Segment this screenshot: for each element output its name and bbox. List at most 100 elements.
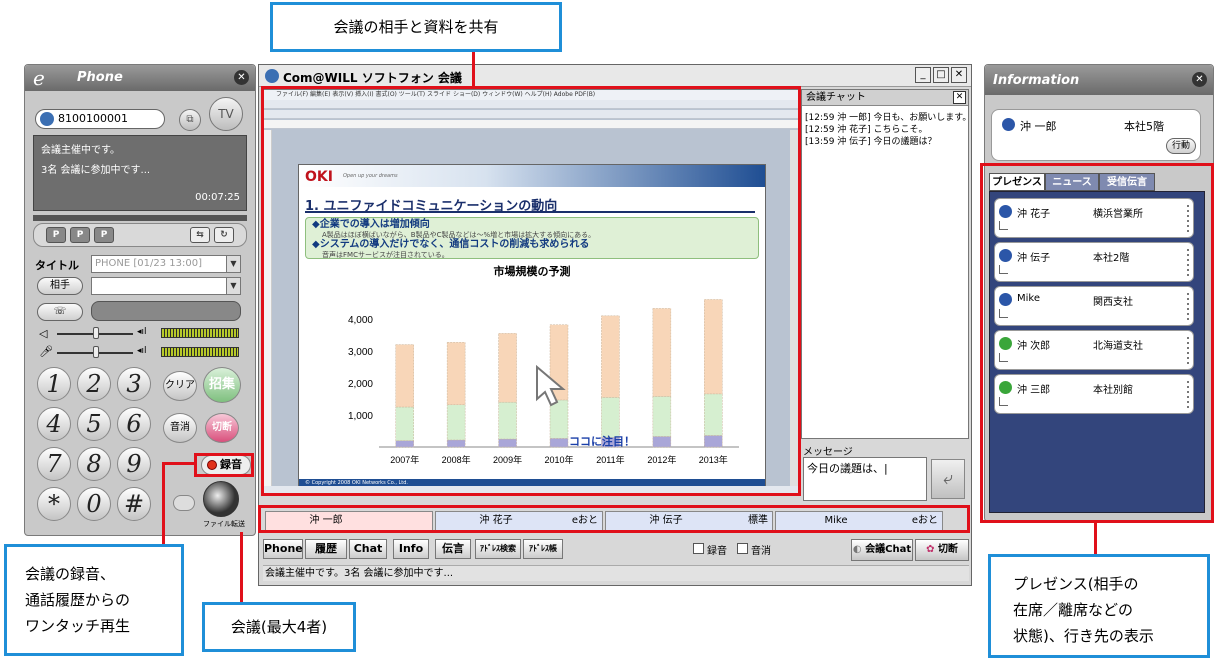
dial-key-3[interactable]: 3 (117, 367, 151, 401)
close-icon[interactable]: ✕ (1192, 72, 1207, 87)
dial-key-4[interactable]: 4 (37, 407, 71, 441)
callout-connector (162, 462, 165, 546)
chat-line: [13:59 沖 伝子] 今日の議題は？ (805, 137, 937, 147)
callout-connector (472, 50, 475, 88)
mute-button[interactable]: 音消 (163, 413, 197, 443)
callout-shared: 会議の相手と資料を共有 (270, 2, 562, 52)
speaker-icon: ◁ (39, 327, 48, 340)
maximize-icon[interactable]: □ (933, 67, 949, 83)
invite-button[interactable]: 招集 (203, 367, 241, 403)
dial-key-0[interactable]: 0 (77, 487, 111, 521)
conference-hangup-label: 切断 (937, 544, 958, 555)
dial-key-hash[interactable]: # (117, 487, 151, 521)
dial-key-star[interactable]: * (37, 487, 71, 521)
presence-icon (1002, 118, 1015, 131)
participants-highlight (258, 505, 970, 533)
file-transfer-icon[interactable] (203, 481, 239, 517)
conference-hangup-button[interactable]: ✿ 切断 (915, 539, 969, 561)
chevron-down-icon[interactable]: ▼ (226, 278, 240, 294)
mic-icon: 🎤︎ (39, 345, 53, 358)
stop-button[interactable] (173, 495, 195, 511)
function-key-row: P P P ⇆ ↻ (33, 223, 247, 247)
phone-title: Phone (77, 70, 123, 85)
dial-key-7[interactable]: 7 (37, 447, 71, 481)
file-transfer-label: ファイル転送 (203, 520, 245, 528)
display-divider (33, 215, 247, 221)
dial-key-8[interactable]: 8 (77, 447, 111, 481)
tab-address-search[interactable]: ｱﾄﾞﾚｽ検索 (475, 539, 521, 559)
tab-phone[interactable]: Phone (263, 539, 303, 559)
partner-select[interactable]: ▼ (91, 277, 241, 295)
callout-conference: 会議(最大4者) (202, 602, 356, 652)
tab-info[interactable]: Info (393, 539, 429, 559)
chat-title: 会議チャット (806, 92, 866, 103)
mic-volume-knob[interactable] (93, 346, 99, 358)
partner-label: 相手 (50, 280, 70, 291)
close-icon[interactable]: ✕ (234, 70, 249, 85)
mute-checkbox-label: 音消 (751, 546, 771, 557)
dial-key-6[interactable]: 6 (117, 407, 151, 441)
presence-highlight (980, 163, 1214, 523)
hangup-button[interactable]: 切断 (205, 413, 239, 443)
mic-level-meter (161, 347, 239, 357)
tab-history[interactable]: 履歴 (305, 539, 347, 559)
p-key-2[interactable]: P (70, 227, 90, 243)
tab-message[interactable]: 伝言 (435, 539, 471, 559)
phone-display: 会議主催中です。 3名 会議に参加中です... 00:07:25 (33, 135, 247, 211)
record-checkbox-label: 録音 (707, 546, 727, 557)
window-switch-button[interactable]: ⧉ (179, 109, 201, 131)
status-bar: 会議主催中です。3名 会議に参加中です... (263, 565, 969, 581)
transfer-icon[interactable]: ⇆ (190, 227, 210, 243)
dial-key-2[interactable]: 2 (77, 367, 111, 401)
callout-recording: 会議の録音、 通話履歴からの ワンタッチ再生 (4, 544, 184, 656)
tab-address-book[interactable]: ｱﾄﾞﾚｽ帳 (523, 539, 563, 559)
tv-button[interactable]: TV (209, 97, 243, 131)
title-select[interactable]: PHONE [01/23 13:00] ▼ (91, 255, 241, 273)
own-presence-card: 沖 一郎 本社5階 行動 (991, 109, 1201, 161)
chat-header: 会議チャット ✕ (802, 90, 968, 106)
info-titlebar[interactable]: Information ✕ (985, 65, 1213, 95)
display-line-2: 3名 会議に参加中です... (41, 165, 151, 176)
conference-titlebar[interactable]: Com@WILL ソフトフォン 会議 _ □ ✕ (259, 65, 971, 87)
conference-chat-button[interactable]: ◐ 会議Chat (851, 539, 913, 561)
minimize-icon[interactable]: _ (915, 67, 931, 83)
speaker-level-meter (161, 328, 239, 338)
callout-presence: プレゼンス(相手の 在席／離席などの 状態)、行き先の表示 (988, 554, 1210, 658)
p-key-1[interactable]: P (46, 227, 66, 243)
own-number-field: 8100100001 (35, 109, 165, 129)
hold-icon[interactable]: ↻ (214, 227, 234, 243)
info-title: Information (993, 73, 1080, 88)
callout-connector (1094, 522, 1097, 556)
phone-titlebar[interactable]: e Phone ✕ (25, 65, 255, 91)
record-highlight (194, 453, 254, 477)
message-input[interactable]: 今日の議題は、| (803, 457, 927, 501)
dial-key-1[interactable]: 1 (37, 367, 71, 401)
speaker-level-icon: ◂ıl (137, 327, 147, 337)
clear-button[interactable]: クリア (163, 371, 197, 401)
dial-key-9[interactable]: 9 (117, 447, 151, 481)
chat-icon: ◐ (852, 544, 862, 555)
own-location: 本社5階 (1124, 120, 1164, 133)
app-icon (265, 69, 279, 83)
close-icon[interactable]: ✕ (953, 91, 966, 104)
send-icon[interactable]: ⤶ (931, 459, 965, 499)
chevron-down-icon[interactable]: ▼ (226, 256, 240, 272)
action-button[interactable]: 行動 (1166, 138, 1196, 154)
tab-chat[interactable]: Chat (349, 539, 387, 559)
record-checkbox[interactable] (693, 543, 704, 554)
partner-button[interactable]: 相手 (37, 277, 83, 295)
phone-user-icon (40, 112, 54, 126)
handset-button[interactable]: ☏ (37, 303, 83, 321)
dial-display (91, 301, 241, 321)
own-name: 沖 一郎 (1020, 120, 1057, 133)
dial-key-5[interactable]: 5 (77, 407, 111, 441)
phone-logo: e (33, 66, 45, 90)
title-label: タイトル (35, 259, 79, 272)
title-value: PHONE [01/23 13:00] (95, 258, 203, 269)
speaker-volume-knob[interactable] (93, 327, 99, 339)
close-icon[interactable]: ✕ (951, 67, 967, 83)
p-key-3[interactable]: P (94, 227, 114, 243)
mode-tabs: Phone 履歴 Chat Info 伝言 ｱﾄﾞﾚｽ検索 ｱﾄﾞﾚｽ帳 録音 … (263, 539, 969, 561)
conference-chat: 会議チャット ✕ [12:59 沖 一郎] 今日も、お願いします。 [12:59… (801, 89, 971, 439)
mute-checkbox[interactable] (737, 543, 748, 554)
